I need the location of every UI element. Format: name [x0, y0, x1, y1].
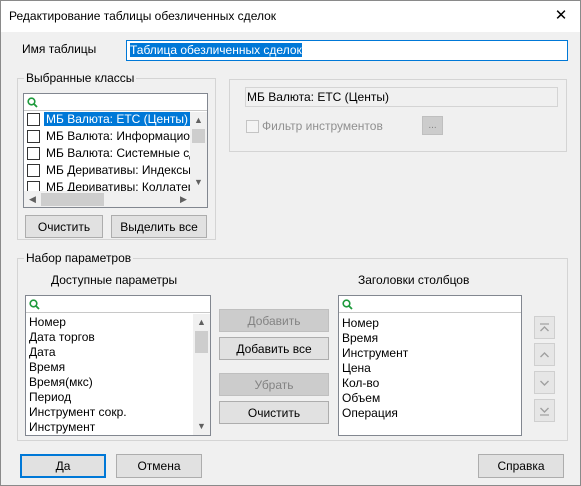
class-item-checkbox[interactable]	[27, 164, 40, 177]
column-header-item[interactable]: Номер	[339, 316, 521, 331]
classes-items: МБ Валюта: ЕТС (Центы) МБ Валюта: Информа…	[24, 111, 207, 196]
table-name-value: Таблица обезличенных сделок	[130, 43, 302, 57]
move-bottom-button[interactable]	[534, 399, 555, 422]
classes-hscrollbar[interactable]: ◀ ▶	[24, 191, 207, 207]
available-param-item[interactable]: Время(мкс)	[26, 375, 210, 390]
table-name-input[interactable]: Таблица обезличенных сделок	[126, 40, 568, 61]
add-button[interactable]: Добавить	[219, 309, 329, 332]
scroll-down-icon[interactable]: ▼	[190, 174, 207, 191]
column-headers-header: Заголовки столбцов	[358, 273, 470, 287]
column-headers-items: Номер Время Инструмент Цена Кол-во Объем Опера…	[339, 313, 521, 421]
help-button[interactable]: Справка	[478, 454, 564, 478]
class-item-label: МБ Валюта: Системные сд	[46, 146, 197, 160]
class-item-checkbox[interactable]	[27, 130, 40, 143]
add-all-button[interactable]: Добавить все	[219, 337, 329, 360]
available-param-item[interactable]: Дата	[26, 345, 210, 360]
scroll-thumb[interactable]	[192, 129, 205, 143]
available-params-items: Номер Дата торгов Дата Время Время(мкс) Перио…	[26, 313, 210, 435]
class-item[interactable]: МБ Валюта: Информацион	[24, 128, 207, 145]
move-bottom-icon	[540, 407, 549, 416]
classes-vscrollbar[interactable]: ▲ ▼	[190, 112, 207, 191]
search-icon	[27, 97, 38, 108]
params-clear-button[interactable]: Очистить	[219, 401, 329, 424]
available-param-item[interactable]: Инструмент	[26, 420, 210, 435]
class-detail-name: МБ Валюта: ЕТС (Центы)	[245, 87, 558, 107]
column-header-item[interactable]: Объем	[339, 391, 521, 406]
filter-instruments-label: Фильтр инструментов	[262, 119, 383, 133]
class-item-checkbox[interactable]	[27, 113, 40, 126]
close-icon[interactable]: ✕	[547, 2, 575, 30]
class-item[interactable]: МБ Валюта: Системные сд	[24, 145, 207, 162]
filter-instruments-checkbox[interactable]	[246, 120, 259, 133]
remove-button[interactable]: Убрать	[219, 373, 329, 396]
move-down-button[interactable]	[534, 371, 555, 394]
classes-search-field[interactable]	[24, 94, 207, 111]
column-header-item[interactable]: Цена	[339, 361, 521, 376]
selected-classes-legend: Выбранные классы	[26, 71, 135, 85]
class-item[interactable]: МБ Деривативы: Индексы	[24, 162, 207, 179]
scroll-thumb[interactable]	[195, 331, 208, 353]
move-top-icon	[540, 322, 549, 331]
search-icon	[342, 299, 353, 310]
available-params-search-field[interactable]	[26, 296, 210, 313]
available-params-list[interactable]: Номер Дата торгов Дата Время Время(мкс) Перио…	[25, 295, 211, 436]
column-header-item[interactable]: Кол-во	[339, 376, 521, 391]
hscroll-thumb[interactable]	[41, 193, 104, 206]
filter-instruments-button[interactable]: ...	[422, 116, 443, 135]
available-param-item[interactable]: Инструмент сокр.	[26, 405, 210, 420]
available-param-item[interactable]: Номер	[26, 315, 210, 330]
scroll-down-icon[interactable]: ▼	[193, 418, 210, 435]
ok-button[interactable]: Да	[20, 454, 106, 478]
class-item-checkbox[interactable]	[27, 147, 40, 160]
scroll-up-icon[interactable]: ▲	[190, 112, 207, 129]
class-item[interactable]: МБ Валюта: ЕТС (Центы)	[24, 111, 207, 128]
available-param-item[interactable]: Период	[26, 390, 210, 405]
available-params-vscrollbar[interactable]: ▲ ▼	[193, 314, 210, 435]
column-header-item[interactable]: Операция	[339, 406, 521, 421]
classes-list[interactable]: МБ Валюта: ЕТС (Центы) МБ Валюта: Информа…	[23, 93, 208, 208]
classes-clear-button[interactable]: Очистить	[25, 215, 103, 238]
move-up-icon	[540, 351, 549, 357]
parameters-legend: Набор параметров	[26, 251, 132, 265]
move-up-button[interactable]	[534, 343, 555, 366]
scroll-up-icon[interactable]: ▲	[193, 314, 210, 331]
move-top-button[interactable]	[534, 316, 555, 339]
scroll-right-icon[interactable]: ▶	[175, 191, 192, 207]
column-headers-search-field[interactable]	[339, 296, 521, 313]
select-all-button[interactable]: Выделить все	[111, 215, 207, 238]
available-param-item[interactable]: Дата торгов	[26, 330, 210, 345]
table-name-label: Имя таблицы	[22, 42, 97, 56]
available-params-header: Доступные параметры	[51, 273, 178, 287]
column-header-item[interactable]: Время	[339, 331, 521, 346]
class-item-label: МБ Деривативы: Индексы	[46, 163, 191, 177]
column-header-item[interactable]: Инструмент	[339, 346, 521, 361]
class-item-label: МБ Валюта: Информацион	[46, 129, 197, 143]
available-param-item[interactable]: Время	[26, 360, 210, 375]
search-icon	[29, 299, 40, 310]
class-item-label: МБ Валюта: ЕТС (Центы)	[44, 112, 190, 126]
scroll-left-icon[interactable]: ◀	[24, 191, 41, 207]
column-headers-list[interactable]: Номер Время Инструмент Цена Кол-во Объем Опера…	[338, 295, 522, 436]
cancel-button[interactable]: Отмена	[116, 454, 202, 478]
window-title: Редактирование таблицы обезличенных сдел…	[9, 9, 277, 23]
move-down-icon	[540, 380, 549, 386]
